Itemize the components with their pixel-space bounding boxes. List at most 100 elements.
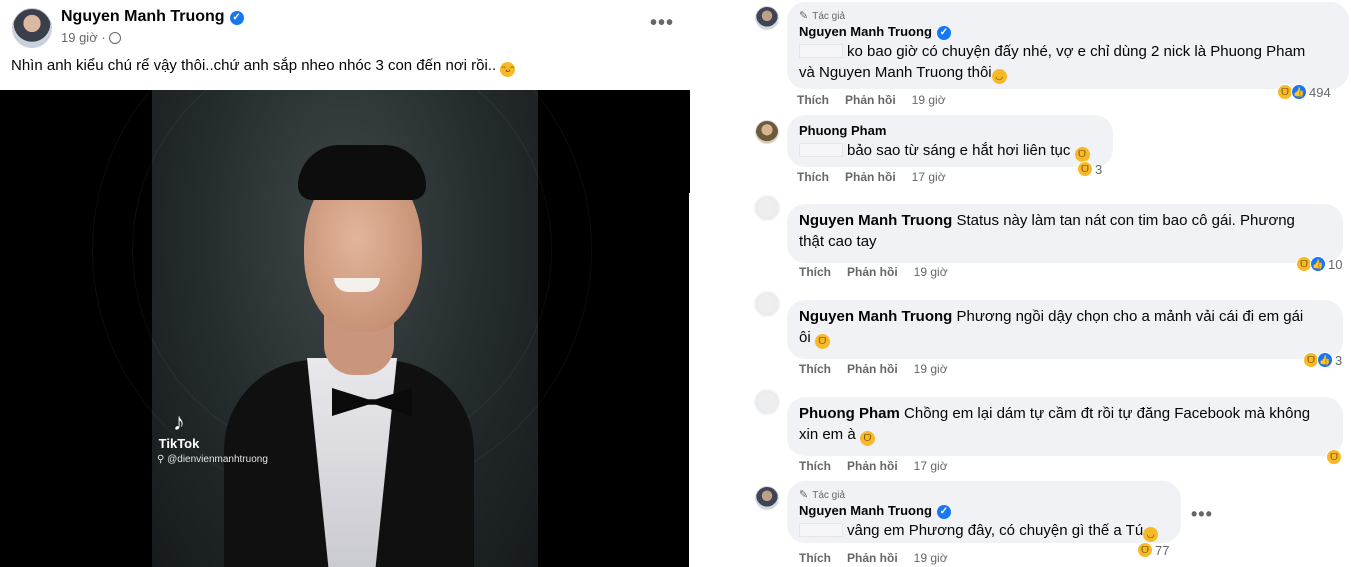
tiktok-label: TikTok	[158, 436, 200, 451]
reaction-summary[interactable]: ᗜ 3	[1077, 161, 1102, 177]
commenter-name-text[interactable]: Nguyen Manh Truong	[799, 503, 932, 518]
comment-time[interactable]: 17 giờ	[914, 459, 948, 473]
comment-text-line1: Phương ngồi dậy chọn cho a mảnh vải cái …	[956, 308, 1304, 325]
comment-text-line2: và Nguyen Manh Truong thôi	[799, 64, 992, 81]
like-link[interactable]: Thích	[797, 170, 829, 184]
smile	[334, 278, 380, 292]
post-video[interactable]: ♪ TikTok ⚲ @dienvienmanhtruong	[0, 90, 690, 567]
post-time[interactable]: 19 giờ ·	[61, 30, 106, 45]
commenter-name[interactable]: Phuong Pham	[799, 405, 900, 422]
reaction-count: 494	[1309, 84, 1331, 100]
tiktok-watermark: ♪ TikTok	[157, 409, 201, 452]
comment-text: Nguyen Manh Truong Phương ngồi dậy chọn …	[799, 306, 1331, 327]
hair	[298, 145, 426, 200]
post-text-content: Nhìn anh kiểu chú rể vậy thôi..chứ anh s…	[11, 57, 497, 74]
reaction-count: 77	[1155, 542, 1170, 558]
reply-link[interactable]: Phản hồi	[845, 170, 896, 184]
like-link[interactable]: Thích	[799, 459, 831, 473]
like-link[interactable]: Thích	[799, 362, 831, 376]
reaction-summary[interactable]: ᗜ 77	[1137, 542, 1169, 558]
comment-text: vâng em Phương đây, có chuyện gì thế a T…	[799, 520, 1169, 542]
like-reaction-icon: 👍	[1291, 84, 1307, 100]
comment-bubble: Nguyen Manh Truong Status này làm tan ná…	[787, 204, 1343, 263]
grin-emoji-icon: ᵔᴗᵔ	[500, 62, 516, 77]
reply-link[interactable]: Phản hồi	[847, 551, 898, 565]
comment-avatar[interactable]	[755, 120, 779, 144]
comment-text: ko bao giờ có chuyện đấy nhé, vợ e chỉ d…	[799, 41, 1337, 62]
comment-text: Phuong Pham Chồng em lại dám tự cầm đt r…	[799, 403, 1331, 424]
verified-badge-icon: ✓	[936, 26, 951, 40]
commenter-name[interactable]: Nguyen Manh Truong	[799, 212, 952, 229]
comment-more-icon[interactable]: •••	[1191, 504, 1213, 525]
comment-text-line1: ko bao giờ có chuyện đấy nhé, vợ e chỉ d…	[847, 43, 1306, 60]
comment-actions: Thích Phản hồi 17 giờ	[799, 459, 948, 473]
comment-bubble: ✎ Tác giả Nguyen Manh Truong ✓ vâng em Phư…	[787, 481, 1181, 543]
comment-avatar[interactable]	[755, 390, 779, 414]
comment-actions: Thích Phản hồi 19 giờ	[797, 93, 946, 107]
comment-text-line1: bảo sao từ sáng e hắt hơi liên tục	[847, 142, 1071, 159]
reaction-count: 10	[1328, 256, 1343, 272]
facebook-post: Nguyen Manh Truong ✓ 19 giờ · ••• Nhìn an…	[0, 0, 690, 567]
comment-avatar[interactable]	[755, 6, 779, 30]
like-link[interactable]: Thích	[799, 265, 831, 279]
comment-avatar[interactable]	[755, 196, 779, 220]
tiktok-logo-icon: ♪	[173, 409, 185, 436]
author-tag: ✎ Tác giả	[799, 9, 1337, 23]
laughing-emoji-icon: ᗜ	[1074, 147, 1090, 162]
comment-time[interactable]: 17 giờ	[912, 170, 946, 184]
comment-time[interactable]: 19 giờ	[914, 265, 948, 279]
comment-text-line2-row: ôi ᗜ	[799, 327, 1331, 349]
comment-avatar[interactable]	[755, 292, 779, 316]
reaction-count: 3	[1335, 352, 1343, 368]
like-link[interactable]: Thích	[797, 93, 829, 107]
commenter-name[interactable]: Nguyen Manh Truong ✓	[799, 502, 1169, 520]
comment-time[interactable]: 19 giờ	[912, 93, 946, 107]
reply-link[interactable]: Phản hồi	[847, 459, 898, 473]
comment-avatar[interactable]	[755, 486, 779, 510]
verified-badge-icon: ✓	[229, 11, 244, 25]
smile-emoji-icon: ◡	[991, 69, 1007, 84]
reaction-summary[interactable]: ᗜ	[1326, 449, 1342, 465]
comment-actions: Thích Phản hồi 17 giờ	[797, 170, 946, 184]
like-link[interactable]: Thích	[799, 551, 831, 565]
smile-emoji-icon: ◡	[1143, 527, 1159, 542]
commenter-name[interactable]: Nguyen Manh Truong ✓	[799, 23, 1337, 41]
like-reaction-icon: 👍	[1310, 256, 1326, 272]
author-tag: ✎ Tác giả	[799, 488, 1169, 502]
redacted-mention	[799, 44, 843, 58]
tiktok-handle: ⚲ @dienvienmanhtruong	[157, 454, 268, 465]
post-author-avatar[interactable]	[12, 8, 52, 48]
comment-actions: Thích Phản hồi 19 giờ	[799, 265, 948, 279]
commenter-name-text[interactable]: Nguyen Manh Truong	[799, 24, 932, 39]
post-author-name-row: Nguyen Manh Truong ✓	[61, 8, 244, 26]
comment-time[interactable]: 19 giờ	[914, 551, 948, 565]
comment-bubble: ✎ Tác giả Nguyen Manh Truong ✓ ko bao giờ …	[787, 2, 1349, 89]
commenter-name[interactable]: Nguyen Manh Truong	[799, 308, 952, 325]
globe-icon	[108, 32, 121, 44]
comment-bubble: Phuong Pham Chồng em lại dám tự cầm đt r…	[787, 397, 1343, 456]
post-author-name[interactable]: Nguyen Manh Truong	[61, 8, 225, 25]
comment-text-line1: Chồng em lại dám tự cầm đt rồi tự đăng F…	[904, 405, 1311, 422]
comment-bubble: Nguyen Manh Truong Phương ngồi dậy chọn …	[787, 300, 1343, 359]
video-frame	[92, 90, 592, 567]
reaction-summary[interactable]: ᗜ 👍 494	[1277, 84, 1331, 100]
verified-badge-icon: ✓	[936, 505, 951, 519]
comment-text-line2-row: và Nguyen Manh Truong thôi ◡	[799, 62, 1337, 84]
more-options-icon[interactable]: •••	[650, 12, 674, 35]
comment-time[interactable]: 19 giờ	[914, 362, 948, 376]
commenter-name[interactable]: Phuong Pham	[799, 122, 1101, 140]
like-reaction-icon: 👍	[1317, 352, 1333, 368]
reply-link[interactable]: Phản hồi	[847, 362, 898, 376]
reply-link[interactable]: Phản hồi	[847, 265, 898, 279]
reaction-summary[interactable]: ᗜ 👍 10	[1296, 256, 1342, 272]
tiktok-handle-text: @dienvienmanhtruong	[167, 454, 268, 465]
reply-link[interactable]: Phản hồi	[845, 93, 896, 107]
reaction-count: 3	[1095, 161, 1103, 177]
comment-bubble: Phuong Pham bảo sao từ sáng e hắt hơi li…	[787, 115, 1113, 167]
post-text: Nhìn anh kiểu chú rể vậy thôi..chứ anh s…	[11, 57, 516, 77]
redacted-mention	[799, 523, 843, 537]
comment-actions: Thích Phản hồi 19 giờ	[799, 551, 948, 565]
comment-text-line2: xin em à	[799, 426, 856, 443]
comments-panel: ✎ Tác giả Nguyen Manh Truong ✓ ko bao giờ …	[693, 0, 1351, 567]
reaction-summary[interactable]: ᗜ 👍 3	[1303, 352, 1342, 368]
